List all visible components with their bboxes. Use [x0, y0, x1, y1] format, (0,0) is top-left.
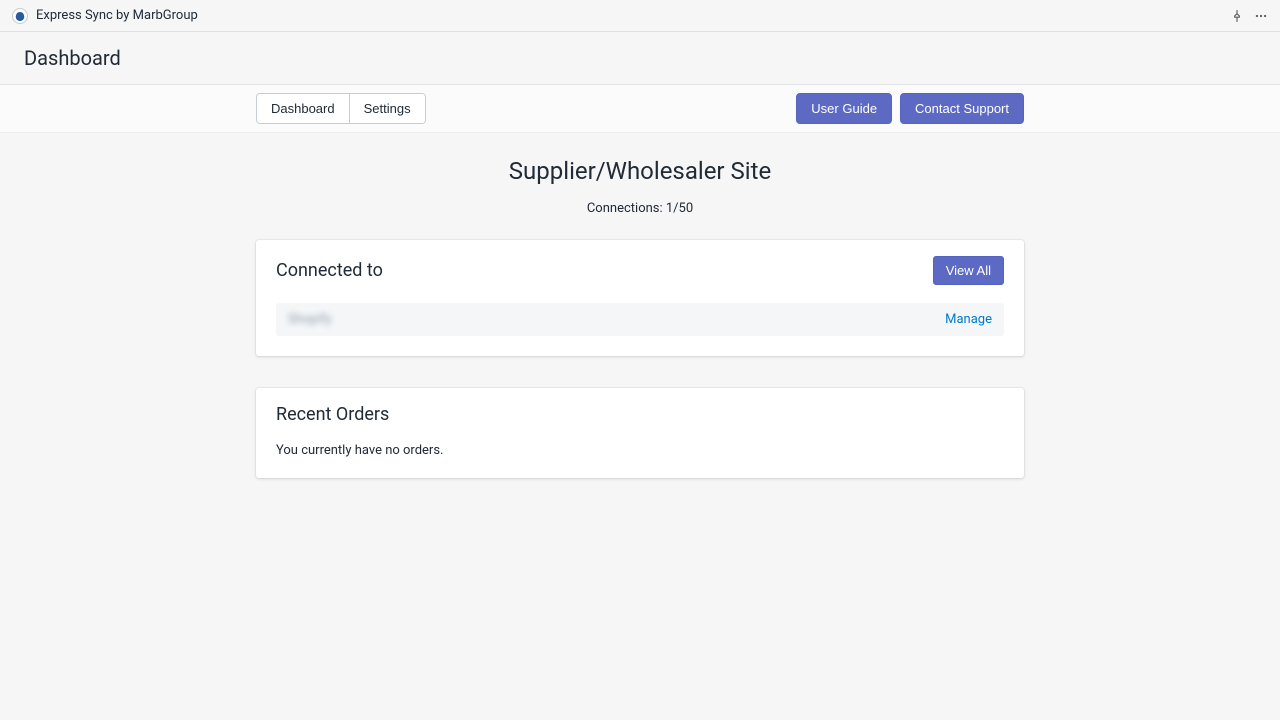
titlebar-left: Express Sync by MarbGroup	[12, 8, 198, 24]
app-icon	[12, 8, 28, 24]
more-icon[interactable]	[1254, 9, 1268, 23]
orders-card-title: Recent Orders	[276, 404, 1004, 425]
tab-group: Dashboard Settings	[256, 93, 426, 124]
page-header-title: Dashboard	[24, 46, 1256, 70]
user-guide-button[interactable]: User Guide	[796, 93, 892, 124]
manage-link[interactable]: Manage	[945, 312, 992, 327]
page-title: Supplier/Wholesaler Site	[256, 157, 1024, 185]
connected-card-title: Connected to	[276, 260, 383, 281]
view-all-button[interactable]: View All	[933, 256, 1004, 285]
connection-row: Shopify Manage	[276, 303, 1004, 336]
titlebar: Express Sync by MarbGroup	[0, 0, 1280, 32]
connections-count: Connections: 1/50	[256, 201, 1024, 216]
toolbar-actions: User Guide Contact Support	[796, 93, 1024, 124]
orders-card: Recent Orders You currently have no orde…	[256, 388, 1024, 478]
titlebar-right	[1230, 9, 1268, 23]
toolbar-tabs: Dashboard Settings	[256, 93, 426, 124]
app-title: Express Sync by MarbGroup	[36, 8, 198, 23]
connection-name: Shopify	[288, 312, 331, 327]
tab-settings[interactable]: Settings	[349, 94, 425, 123]
orders-empty-text: You currently have no orders.	[276, 443, 1004, 458]
connected-card: Connected to View All Shopify Manage	[256, 240, 1024, 356]
main-content: Supplier/Wholesaler Site Connections: 1/…	[256, 133, 1024, 478]
connected-card-header: Connected to View All	[276, 256, 1004, 285]
toolbar: Dashboard Settings User Guide Contact Su…	[0, 85, 1280, 133]
contact-support-button[interactable]: Contact Support	[900, 93, 1024, 124]
tab-dashboard[interactable]: Dashboard	[257, 94, 349, 123]
page-header: Dashboard	[0, 32, 1280, 85]
pin-icon[interactable]	[1230, 9, 1244, 23]
